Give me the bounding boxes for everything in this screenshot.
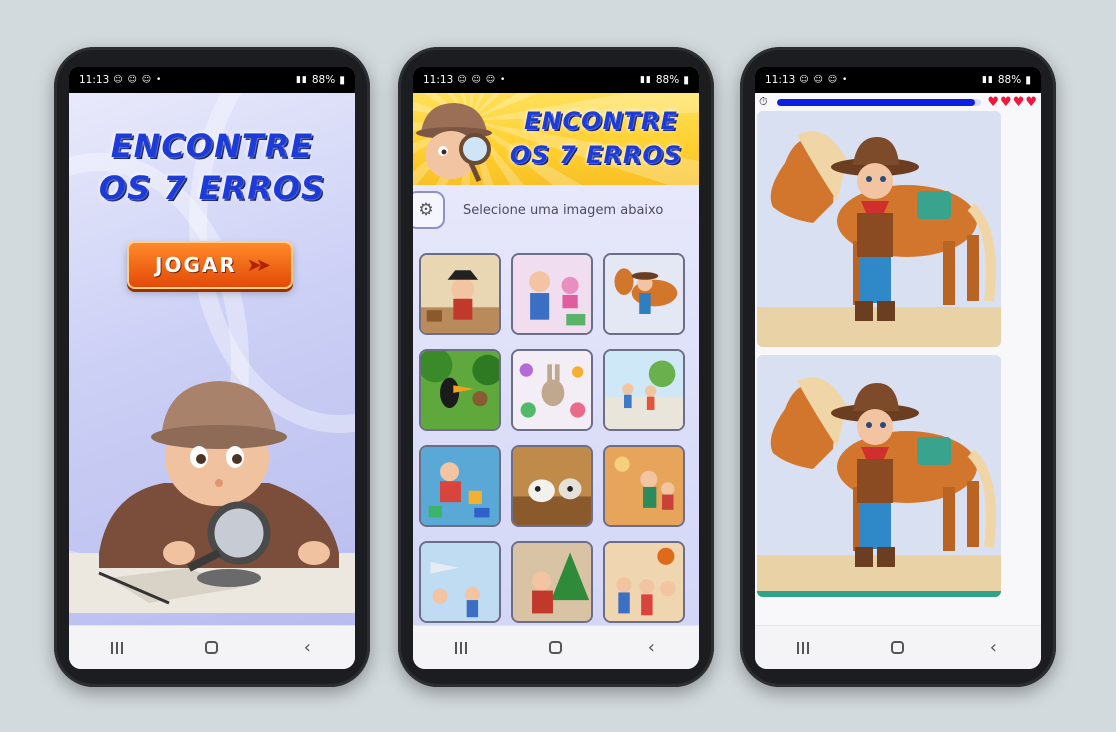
game-title-line2: OS 7 ERROS bbox=[98, 169, 326, 207]
home-button[interactable] bbox=[192, 633, 232, 663]
heart-icon: ♥ bbox=[1012, 94, 1025, 110]
phone-frame-home: 11:13 ☺ ☺ ☺ • ▮▮ 88% ▮ ENCONTRE OS 7 ERR… bbox=[54, 47, 370, 687]
double-chevron-icon: ➤➤ bbox=[246, 254, 271, 276]
select-instruction: Selecione uma imagem abaixo bbox=[463, 203, 664, 218]
notification-icons: ☺ ☺ ☺ • bbox=[799, 75, 849, 85]
back-button[interactable]: ‹ bbox=[631, 633, 671, 663]
battery-icon: ▮ bbox=[339, 74, 345, 86]
signal-icon: ▮▮ bbox=[295, 75, 308, 85]
lives-indicator: ♥ ♥ ♥ ♥ bbox=[987, 96, 1037, 109]
thumbnail-basketball[interactable] bbox=[603, 541, 685, 623]
selection-body: ⚙ Selecione uma imagem abaixo bbox=[413, 185, 699, 625]
game-title-line1: ENCONTRE bbox=[110, 127, 314, 165]
thumbnail-boy-blocks[interactable] bbox=[419, 445, 501, 527]
home-screen: 11:13 ☺ ☺ ☺ • ▮▮ 88% ▮ ENCONTRE OS 7 ERR… bbox=[69, 67, 355, 669]
thumbnail-pirate[interactable] bbox=[419, 253, 501, 335]
play-button-label: JOGAR bbox=[155, 253, 237, 277]
heart-icon: ♥ bbox=[987, 94, 1000, 110]
battery-level: 88% bbox=[655, 74, 680, 86]
recents-button[interactable] bbox=[97, 633, 137, 663]
thumbnail-cowboy-horse[interactable] bbox=[603, 253, 685, 335]
image-grid bbox=[419, 253, 691, 623]
back-button[interactable]: ‹ bbox=[287, 633, 327, 663]
game-hud: ⏱ ♥ ♥ ♥ ♥ bbox=[755, 93, 1041, 111]
thumbnail-park-kids[interactable] bbox=[603, 349, 685, 431]
nav-bar: ‹ bbox=[69, 625, 355, 669]
battery-level: 88% bbox=[997, 74, 1022, 86]
game-screen: 11:13 ☺ ☺ ☺ • ▮▮ 88% ▮ ⏱ ♥ ♥ ♥ ♥ ‹ bbox=[755, 67, 1041, 669]
notification-icons: ☺ ☺ ☺ • bbox=[113, 75, 163, 85]
status-bar: 11:13 ☺ ☺ ☺ • ▮▮ 88% ▮ bbox=[755, 67, 1041, 93]
thumbnail-kids-playing[interactable] bbox=[603, 445, 685, 527]
thumbnail-kids-school[interactable] bbox=[511, 253, 593, 335]
game-title-line2: OS 7 ERROS bbox=[509, 141, 683, 169]
game-body: ⏱ ♥ ♥ ♥ ♥ bbox=[755, 93, 1041, 625]
signal-icon: ▮▮ bbox=[981, 75, 994, 85]
phone-frame-selection: 11:13 ☺ ☺ ☺ • ▮▮ 88% ▮ ENCONTRE OS 7 ERR… bbox=[398, 47, 714, 687]
notification-icons: ☺ ☺ ☺ • bbox=[457, 75, 507, 85]
status-bar: 11:13 ☺ ☺ ☺ • ▮▮ 88% ▮ bbox=[69, 67, 355, 93]
nav-bar: ‹ bbox=[413, 625, 699, 669]
home-icon bbox=[549, 641, 563, 654]
status-time: 11:13 bbox=[79, 74, 110, 86]
nav-bar: ‹ bbox=[755, 625, 1041, 669]
heart-icon: ♥ bbox=[1025, 94, 1037, 110]
thumbnail-airplanes[interactable] bbox=[419, 541, 501, 623]
thumbnail-bunny-animals[interactable] bbox=[511, 349, 593, 431]
recents-icon bbox=[796, 641, 809, 654]
thumbnail-toucan-jungle[interactable] bbox=[419, 349, 501, 431]
status-bar: 11:13 ☺ ☺ ☺ • ▮▮ 88% ▮ bbox=[413, 67, 699, 93]
selection-screen: 11:13 ☺ ☺ ☺ • ▮▮ 88% ▮ ENCONTRE OS 7 ERR… bbox=[413, 67, 699, 669]
back-icon: ‹ bbox=[989, 637, 997, 658]
original-image[interactable] bbox=[757, 111, 1001, 347]
recents-button[interactable] bbox=[441, 633, 481, 663]
back-icon: ‹ bbox=[303, 637, 311, 658]
home-button[interactable] bbox=[536, 633, 576, 663]
modified-image[interactable] bbox=[757, 355, 1001, 597]
timer-progress-fill bbox=[777, 98, 976, 106]
signal-icon: ▮▮ bbox=[639, 75, 652, 85]
battery-level: 88% bbox=[311, 74, 336, 86]
game-title-line1: ENCONTRE bbox=[524, 107, 678, 135]
heart-icon: ♥ bbox=[1000, 94, 1012, 110]
home-background: ENCONTRE OS 7 ERROS JOGAR ➤➤ bbox=[69, 93, 355, 625]
home-icon bbox=[205, 641, 219, 654]
recents-button[interactable] bbox=[783, 633, 823, 663]
status-time: 11:13 bbox=[765, 74, 796, 86]
battery-icon: ▮ bbox=[1025, 74, 1031, 86]
detective-mascot bbox=[416, 103, 492, 183]
phone-frame-game: 11:13 ☺ ☺ ☺ • ▮▮ 88% ▮ ⏱ ♥ ♥ ♥ ♥ ‹ bbox=[740, 47, 1056, 687]
stopwatch-icon: ⏱ bbox=[759, 95, 768, 108]
home-button[interactable] bbox=[878, 633, 918, 663]
recents-icon bbox=[110, 641, 123, 654]
thumbnail-dogs-toys[interactable] bbox=[511, 445, 593, 527]
settings-button[interactable]: ⚙ bbox=[413, 191, 445, 229]
thumbnail-christmas[interactable] bbox=[511, 541, 593, 623]
battery-icon: ▮ bbox=[683, 74, 689, 86]
detective-illustration bbox=[69, 381, 355, 613]
status-time: 11:13 bbox=[423, 74, 454, 86]
recents-icon bbox=[454, 641, 467, 654]
back-button[interactable]: ‹ bbox=[973, 633, 1013, 663]
gear-icon: ⚙ bbox=[418, 200, 434, 220]
back-icon: ‹ bbox=[647, 637, 655, 658]
play-button[interactable]: JOGAR ➤➤ bbox=[127, 241, 293, 289]
home-icon bbox=[891, 641, 905, 654]
selection-header: ENCONTRE OS 7 ERROS bbox=[413, 93, 699, 185]
timer-progress-bar bbox=[777, 98, 982, 106]
